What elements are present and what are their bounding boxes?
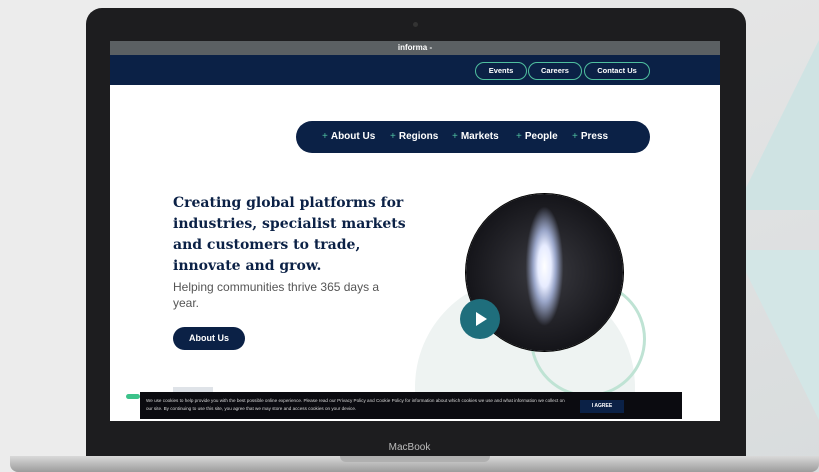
site-brand-bar: informa - (110, 41, 720, 55)
menu-item-markets[interactable]: + Markets (452, 131, 499, 142)
device-label: MacBook (388, 442, 431, 453)
cookie-banner: We use cookies to help provide you with … (140, 392, 682, 419)
camera (413, 22, 418, 27)
menu-item-regions[interactable]: + Regions (390, 131, 438, 142)
events-button[interactable]: Events (475, 62, 527, 80)
hero-headline: Creating global platforms for industries… (173, 195, 406, 274)
top-navbar: Events Careers Contact Us (110, 55, 720, 85)
brand-logo[interactable]: informa (398, 43, 427, 52)
laptop-screen: informa - Events Careers Contact Us + Abo… (110, 41, 720, 421)
feedback-tab[interactable] (126, 394, 140, 399)
careers-button[interactable]: Careers (528, 62, 582, 80)
background-triangle-top (735, 40, 819, 210)
menu-item-press[interactable]: + Press (572, 131, 608, 142)
plus-icon: + (516, 131, 522, 142)
agree-button[interactable]: I AGREE (580, 400, 624, 413)
main-menu: + About Us + Regions + Markets + People + Pre… (296, 121, 650, 153)
play-icon (476, 312, 487, 326)
play-button[interactable] (460, 299, 500, 339)
about-us-cta-button[interactable]: About Us (173, 327, 245, 350)
menu-item-about-us[interactable]: + About Us (322, 131, 375, 142)
plus-icon: + (572, 131, 578, 142)
plus-icon: + (322, 131, 328, 142)
menu-item-people[interactable]: + People (516, 131, 558, 142)
contact-us-button[interactable]: Contact Us (584, 62, 650, 80)
plus-icon: + (390, 131, 396, 142)
hero-subtext: Helping communities thrive 365 days a ye… (173, 280, 380, 310)
background-triangle-bottom (735, 250, 819, 420)
laptop-notch (340, 456, 490, 462)
plus-icon: + (452, 131, 458, 142)
cookie-text: We use cookies to help provide you with … (146, 398, 565, 411)
